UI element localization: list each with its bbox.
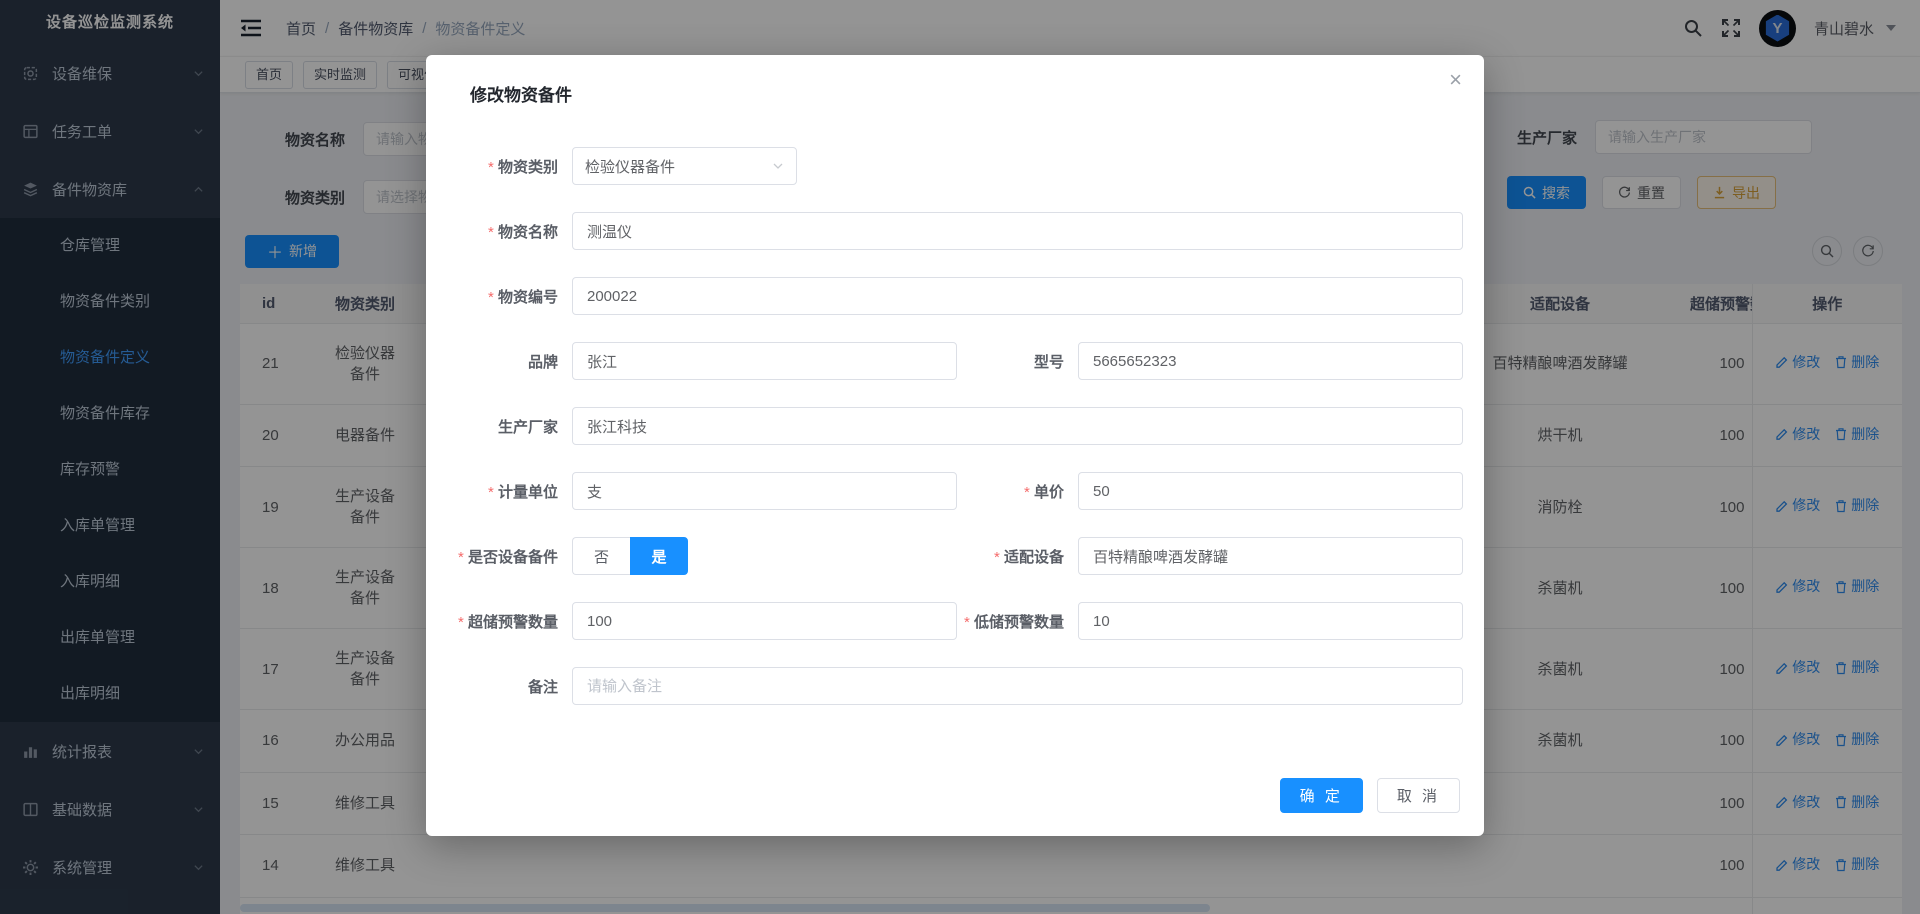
- field-label-isdevice: 是否设备备件: [426, 546, 558, 567]
- name-field[interactable]: [572, 212, 1463, 250]
- modal-title: 修改物资备件: [470, 81, 572, 106]
- category-select[interactable]: 检验仪器备件: [572, 147, 797, 185]
- cancel-button[interactable]: 取 消: [1377, 778, 1460, 813]
- chevron-down-icon: [772, 160, 784, 172]
- code-field[interactable]: [572, 277, 1463, 315]
- brand-field[interactable]: [572, 342, 957, 380]
- form-row-unit-price: 计量单位 单价: [426, 472, 1484, 510]
- field-label-code: 物资编号: [426, 286, 558, 307]
- remark-field[interactable]: [572, 667, 1463, 705]
- field-label-overwarn: 超储预警数量: [426, 611, 558, 632]
- form-row-code: 物资编号: [426, 277, 1484, 315]
- confirm-button[interactable]: 确 定: [1280, 778, 1363, 813]
- field-label-model: 型号: [957, 351, 1064, 372]
- unit-field[interactable]: [572, 472, 957, 510]
- form-row-remark: 备注: [426, 667, 1484, 705]
- field-label-lowwarn: 低储预警数量: [957, 611, 1064, 632]
- manufacturer-field[interactable]: [572, 407, 1463, 445]
- close-icon[interactable]: ×: [1449, 69, 1462, 91]
- model-field[interactable]: [1078, 342, 1463, 380]
- toggle-option-no[interactable]: 否: [572, 537, 630, 575]
- category-select-value: 检验仪器备件: [585, 156, 772, 177]
- over-warn-field[interactable]: [572, 602, 957, 640]
- field-label-unit: 计量单位: [426, 481, 558, 502]
- field-label-price: 单价: [957, 481, 1064, 502]
- form-row-brand-model: 品牌 型号: [426, 342, 1484, 380]
- form-row-category: 物资类别 检验仪器备件: [426, 147, 1484, 185]
- field-label-device: 适配设备: [957, 546, 1064, 567]
- price-field[interactable]: [1078, 472, 1463, 510]
- form-row-manufacturer: 生产厂家: [426, 407, 1484, 445]
- is-device-toggle: 否 是: [572, 537, 688, 575]
- device-field[interactable]: [1078, 537, 1463, 575]
- modal-form: 物资类别 检验仪器备件 物资名称 物资编号 品牌 型号: [426, 147, 1484, 732]
- field-label-manufacturer: 生产厂家: [426, 416, 558, 437]
- modal-footer: 确 定 取 消: [1280, 778, 1460, 813]
- app-root: 设备巡检监测系统 设备维保 任务工单 备件物资库 仓库管理 物资备件类别 物资备…: [0, 0, 1920, 914]
- edit-spare-part-modal: 修改物资备件 × 物资类别 检验仪器备件 物资名称 物资编号 品牌: [426, 55, 1484, 836]
- form-row-warn: 超储预警数量 低储预警数量: [426, 602, 1484, 640]
- field-label-name: 物资名称: [426, 221, 558, 242]
- form-row-name: 物资名称: [426, 212, 1484, 250]
- field-label-category: 物资类别: [426, 156, 558, 177]
- field-label-remark: 备注: [426, 676, 558, 697]
- low-warn-field[interactable]: [1078, 602, 1463, 640]
- field-label-brand: 品牌: [426, 351, 558, 372]
- form-row-isdevice-device: 是否设备备件 否 是 适配设备: [426, 537, 1484, 575]
- toggle-option-yes[interactable]: 是: [630, 537, 688, 575]
